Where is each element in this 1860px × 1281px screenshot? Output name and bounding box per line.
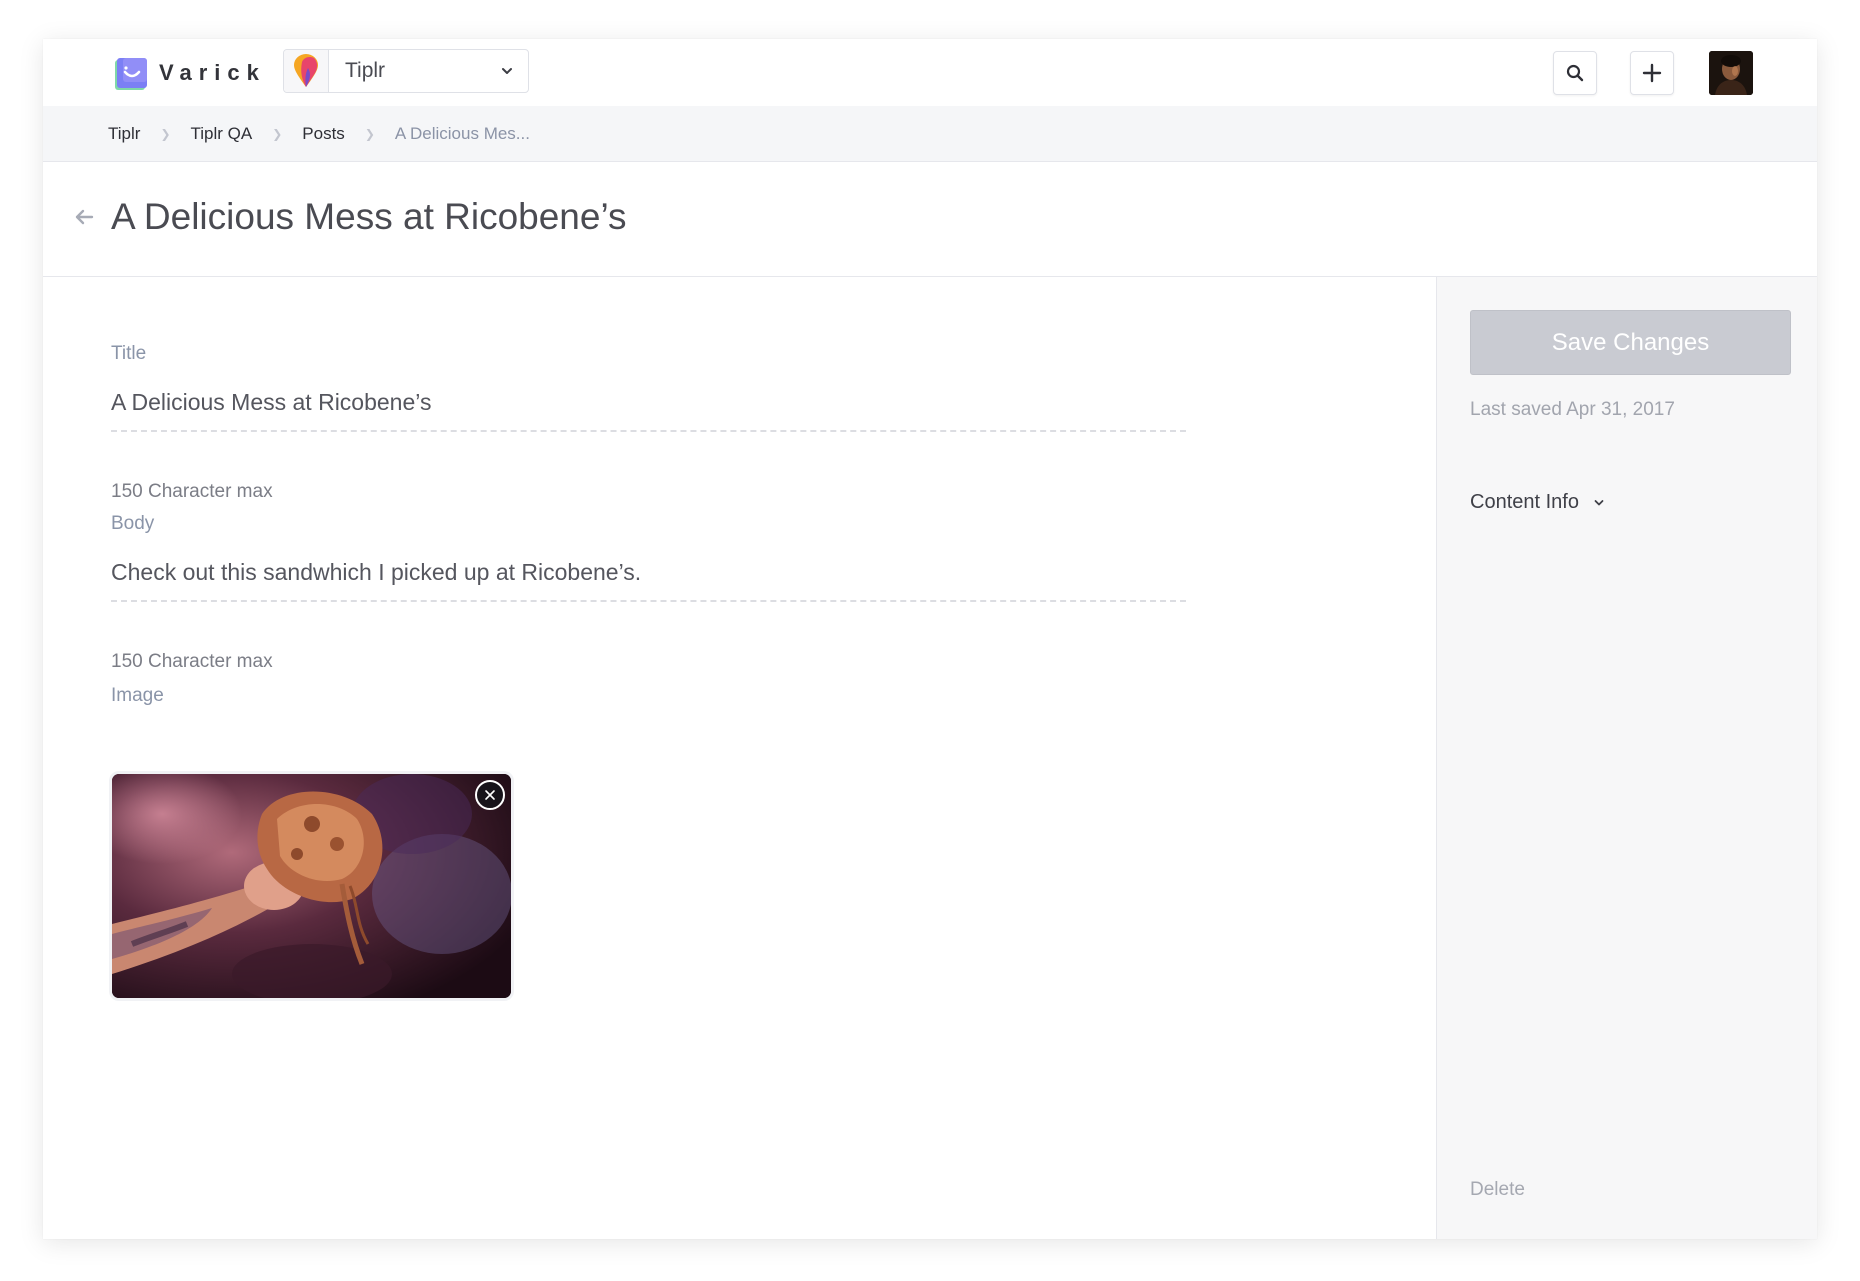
breadcrumb-item-tiplr-qa[interactable]: Tiplr QA bbox=[191, 124, 253, 144]
back-arrow-icon[interactable] bbox=[73, 206, 95, 228]
title-label: Title bbox=[111, 343, 147, 364]
image-label: Image bbox=[111, 685, 164, 706]
post-editor-form: Title A Delicious Mess at Ricobene’s 150… bbox=[43, 277, 1436, 1239]
app-window: Varick Tiplr Tiplr ❯ Tiplr QA ❯ Posts ❯ … bbox=[43, 39, 1817, 1239]
add-button[interactable] bbox=[1630, 51, 1674, 95]
varick-logo-icon bbox=[113, 56, 147, 90]
app-selector-label: Tiplr bbox=[345, 59, 386, 82]
breadcrumb-item-posts[interactable]: Posts bbox=[302, 124, 345, 144]
top-nav: Varick Tiplr bbox=[43, 39, 1817, 107]
brand[interactable]: Varick bbox=[113, 55, 266, 91]
body-help-text: 150 Character max bbox=[111, 651, 273, 672]
body-input[interactable]: Check out this sandwhich I picked up at … bbox=[111, 559, 1186, 602]
page-title: A Delicious Mess at Ricobene’s bbox=[111, 196, 627, 237]
last-saved-text: Last saved Apr 31, 2017 bbox=[1470, 399, 1675, 420]
close-icon bbox=[485, 790, 495, 800]
search-icon bbox=[1566, 64, 1584, 82]
chevron-down-icon bbox=[502, 68, 512, 74]
breadcrumb-item-tiplr[interactable]: Tiplr bbox=[108, 124, 140, 144]
remove-image-button[interactable] bbox=[475, 780, 505, 810]
breadcrumb: Tiplr ❯ Tiplr QA ❯ Posts ❯ A Delicious M… bbox=[43, 106, 1817, 162]
brand-name: Varick bbox=[159, 60, 266, 85]
post-image[interactable] bbox=[109, 771, 514, 1001]
content-info-label: Content Info bbox=[1470, 491, 1579, 513]
search-button[interactable] bbox=[1553, 51, 1597, 95]
breadcrumb-separator-icon: ❯ bbox=[160, 126, 171, 141]
sandwich-photo bbox=[112, 774, 511, 998]
content-info-toggle[interactable]: Content Info bbox=[1470, 491, 1605, 514]
title-help-text: 150 Character max bbox=[111, 481, 273, 502]
page-header: A Delicious Mess at Ricobene’s bbox=[43, 162, 1817, 277]
tiplr-app-icon bbox=[284, 50, 329, 92]
body-label: Body bbox=[111, 513, 155, 534]
breadcrumb-separator-icon: ❯ bbox=[272, 126, 283, 141]
title-input[interactable]: A Delicious Mess at Ricobene’s bbox=[111, 389, 1186, 432]
breadcrumb-separator-icon: ❯ bbox=[364, 126, 375, 141]
chevron-down-icon bbox=[1594, 499, 1604, 505]
breadcrumb-item-current: A Delicious Mes... bbox=[394, 123, 530, 143]
plus-icon bbox=[1642, 63, 1662, 83]
save-changes-button[interactable]: Save Changes bbox=[1470, 310, 1791, 375]
editor-sidebar: Save Changes Last saved Apr 31, 2017 Con… bbox=[1436, 277, 1817, 1239]
app-selector[interactable]: Tiplr bbox=[283, 49, 529, 93]
user-avatar[interactable] bbox=[1709, 51, 1753, 95]
delete-link[interactable]: Delete bbox=[1470, 1179, 1525, 1201]
